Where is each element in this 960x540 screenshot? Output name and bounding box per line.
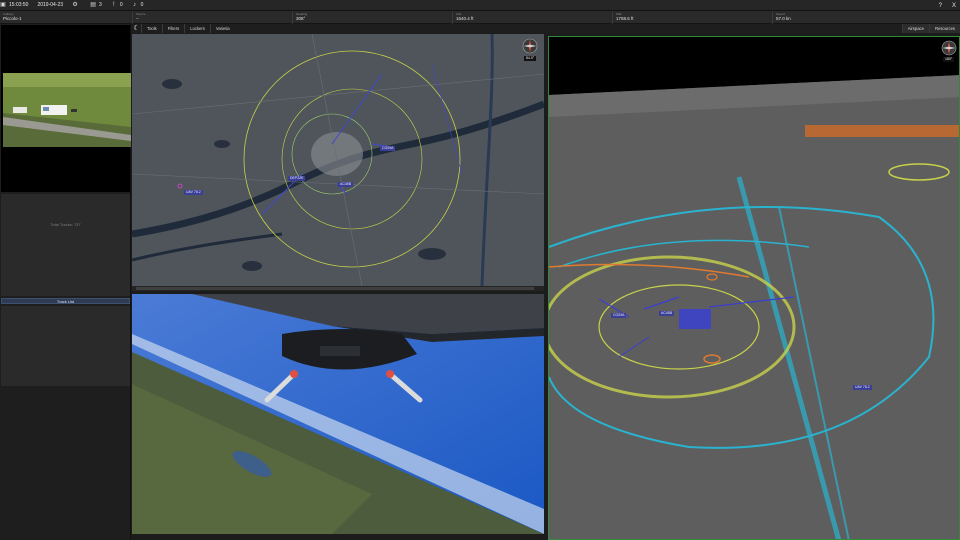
scrollbar-thumb[interactable]: [136, 287, 534, 290]
status-count-c: 0: [140, 2, 144, 8]
map-track-label[interactable]: CG09A: [380, 146, 396, 151]
3d-track-label[interactable]: AC45B: [659, 311, 675, 316]
status-count-b-group[interactable]: ! 0: [111, 2, 123, 8]
close-button[interactable]: X: [952, 3, 956, 9]
map-3d-canvas[interactable]: [549, 37, 960, 540]
moon-icon[interactable]: ☾: [132, 24, 141, 33]
status-count-c-group[interactable]: ♪ 0: [132, 2, 144, 8]
tab-filters[interactable]: Filters: [161, 24, 184, 33]
right-tabs: Airspace Resources: [901, 24, 960, 33]
map-track-label[interactable]: UAV 78.2: [184, 190, 203, 195]
status-time-group: ▣ 15:03:50: [0, 2, 28, 8]
status-count-a-group[interactable]: ▤ 3: [90, 2, 102, 8]
telemetry-callsign: Callsign Piccolo-1: [3, 12, 22, 21]
alert-icon: !: [112, 2, 115, 8]
status-bar: ▣ 15:03:50 2019-04-23 ⚙ ▤ 3 ! 0 ♪ 0 ? X: [0, 0, 960, 11]
status-count-b: 0: [119, 2, 123, 8]
status-count-a: 3: [99, 2, 102, 8]
tab-resources[interactable]: Resources: [928, 24, 960, 33]
status-settings-group[interactable]: ⚙: [72, 2, 81, 8]
aerial-video-image: [132, 294, 544, 534]
map-2d-canvas[interactable]: [132, 34, 544, 286]
telemetry-bar: Callsign Piccolo-1 Source -- Heading 308…: [0, 11, 960, 24]
track-list-button[interactable]: Track List: [1, 298, 130, 304]
3d-track-label[interactable]: UAV 78.2: [853, 385, 872, 390]
map-track-label[interactable]: AC45B: [338, 182, 354, 187]
app-icon[interactable]: ▣: [0, 2, 6, 8]
ground-station-image: [3, 73, 131, 147]
telemetry-agl: AGL 1640.4 ft: [452, 11, 612, 24]
3d-track-label[interactable]: CG09A: [611, 313, 627, 318]
telemetry-source: Source --: [132, 11, 292, 24]
compass-icon[interactable]: [941, 40, 957, 56]
map-2d-view[interactable]: CG09A DEP22E AC45B UAV 78.2 84.0°: [132, 34, 544, 286]
compass-icon[interactable]: [522, 38, 538, 54]
screens-icon: ▤: [90, 2, 96, 8]
map-horizontal-scrollbar[interactable]: [132, 286, 544, 291]
status-date: 2019-04-23: [37, 2, 64, 8]
gear-icon[interactable]: ⚙: [72, 2, 78, 8]
tab-tools[interactable]: Tools: [141, 24, 162, 33]
total-tracks-label: Total Tracks: 737: [50, 222, 81, 227]
status-time: 15:03:50: [9, 2, 29, 8]
left-panel: Total Tracks: 737 Track List: [0, 24, 131, 540]
tracks-summary: Total Tracks: 737: [1, 194, 130, 296]
camera-thumbnail[interactable]: [1, 25, 131, 192]
bell-icon: ♪: [133, 2, 137, 8]
window-controls: ? X: [929, 0, 956, 11]
help-button[interactable]: ?: [939, 3, 942, 9]
tab-lockers[interactable]: Lockers: [184, 24, 210, 33]
map-track-label[interactable]: DEP22E: [288, 176, 306, 181]
telemetry-heading: Heading 308°: [292, 11, 452, 24]
map-3d-view[interactable]: CG09A AC45B UAV 78.2 180°: [548, 36, 960, 540]
map-toolbar: ☾ Tools Filters Lockers Varietia Airspac…: [132, 24, 960, 33]
telemetry-msl: MSL 1758.6 ft: [612, 11, 772, 24]
track-list[interactable]: [1, 306, 130, 386]
telemetry-speed: Speed 57.0 kn: [772, 11, 960, 24]
tab-varietia[interactable]: Varietia: [209, 24, 235, 33]
video-feed-view[interactable]: [132, 294, 544, 534]
tab-airspace[interactable]: Airspace: [901, 24, 929, 33]
3d-heading-readout: 180°: [943, 57, 955, 62]
map-zoom-readout: 84.0°: [524, 56, 537, 61]
status-date-group: 2019-04-23: [37, 2, 63, 8]
